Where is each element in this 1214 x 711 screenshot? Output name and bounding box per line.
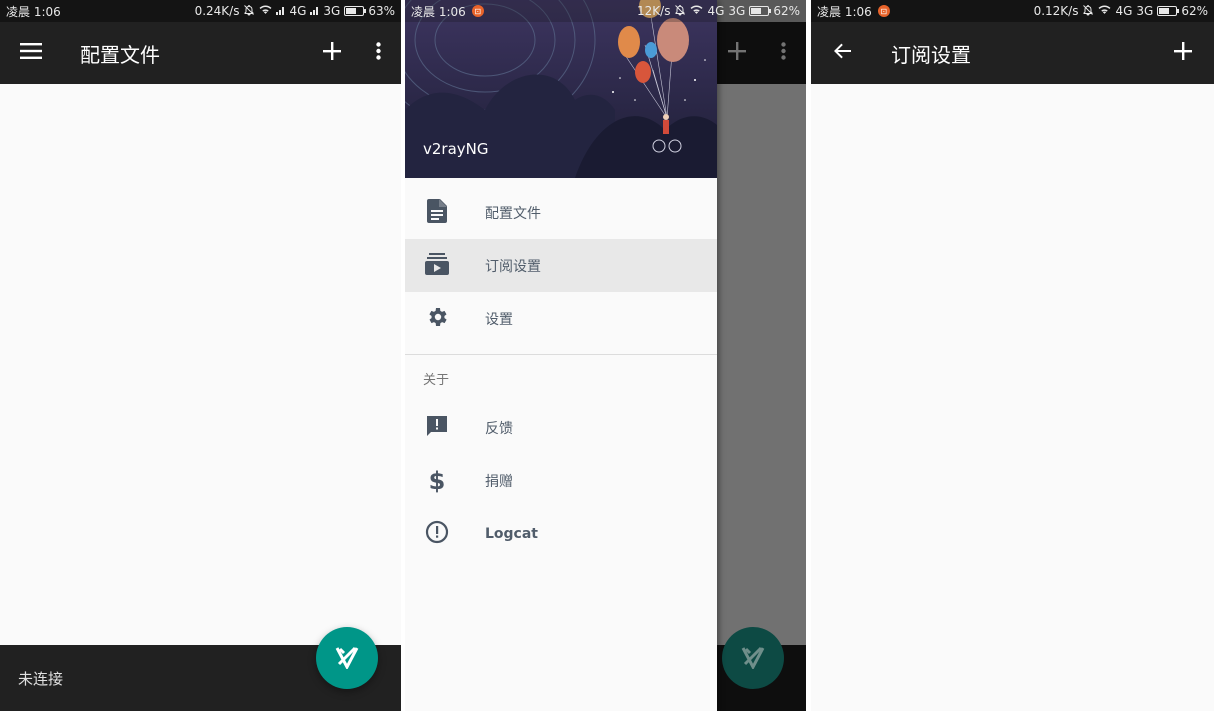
app-bar: 订阅设置 [811,22,1214,84]
screen-drawer-open: 凌晨 1:06 ⊡ 12K/s 4G 3G 62% v2rayNG 配置文件 订… [405,0,806,711]
gear-icon [425,305,449,333]
bell-off-icon [674,4,686,19]
drawer-item-settings[interactable]: 设置 [405,292,717,345]
subscription-icon [425,252,449,279]
drawer-item-feedback[interactable]: 反馈 [405,401,717,454]
page-title: 订阅设置 [891,42,971,67]
app-bar: 配置文件 [0,22,401,84]
dollar-icon: $ [428,466,446,495]
v2ray-icon [334,643,360,673]
battery-percent: 62% [1181,4,1208,18]
network-type-2: 3G [1136,4,1154,18]
network-type-2: 3G [323,4,341,18]
overflow-menu-button[interactable] [355,22,401,84]
drawer-header: v2rayNG [405,0,717,178]
plus-icon [1174,42,1192,64]
screen-subscription-settings: 凌晨 1:06 ⊡ 0.12K/s 4G 3G 62% 订阅设置 [811,0,1214,711]
back-button[interactable] [811,22,873,84]
network-type: 4G [289,4,307,18]
wifi-icon [690,4,703,18]
drawer-item-label: 捐赠 [485,473,513,490]
connect-fab[interactable] [316,627,378,689]
battery-percent: 63% [368,4,395,18]
network-speed: 0.24K/s [194,4,240,18]
drawer-section-title: 关于 [423,372,450,388]
battery-percent: 62% [773,4,800,18]
signal-icon [276,4,285,18]
status-bar: 凌晨 1:06 ⊡ 12K/s 4G 3G 62% [405,0,806,22]
battery-icon [344,6,367,16]
connection-status-text: 未连接 [18,669,64,688]
notification-icon: ⊡ [877,5,890,17]
drawer-app-name: v2rayNG [423,140,489,158]
drawer-item-subscription[interactable]: 订阅设置 [405,239,717,292]
navigation-drawer: v2rayNG 配置文件 订阅设置 设置 关于 反馈 $ 捐赠 Logcat [405,0,717,711]
feedback-icon [425,414,449,442]
subscription-list [811,84,1214,711]
drawer-item-label: 反馈 [485,420,513,437]
add-subscription-button[interactable] [1152,22,1214,84]
network-speed: 12K/s [637,4,671,18]
notification-icon: ⊡ [471,5,484,17]
drawer-item-logcat[interactable]: Logcat [405,507,717,560]
drawer-item-label: 订阅设置 [485,258,541,275]
arrow-back-icon [833,42,851,64]
status-time: 凌晨 1:06 [411,4,466,19]
bell-off-icon [243,4,255,19]
hamburger-icon [20,43,42,63]
drawer-item-label: 配置文件 [485,205,541,222]
drawer-item-profiles[interactable]: 配置文件 [405,186,717,239]
network-type: 4G [707,4,725,18]
drawer-item-donate[interactable]: $ 捐赠 [405,454,717,507]
battery-icon [1157,6,1180,16]
status-time: 凌晨 1:06 [817,4,872,19]
network-speed: 0.12K/s [1033,4,1079,18]
drawer-item-label: 设置 [485,311,513,328]
status-bar: 凌晨 1:06 0.24K/s 4G 3G 63% [0,0,401,22]
plus-icon [323,42,341,64]
screen-profiles: 凌晨 1:06 0.24K/s 4G 3G 63% 配置文件 未连接 [0,0,401,711]
wifi-icon [259,4,272,18]
network-type-2: 3G [728,4,746,18]
drawer-menu: 配置文件 订阅设置 设置 关于 反馈 $ 捐赠 Logcat [405,186,717,560]
signal-icon [310,4,319,18]
menu-button[interactable] [0,22,62,84]
network-type: 4G [1115,4,1133,18]
page-title: 配置文件 [80,42,160,67]
status-bar: 凌晨 1:06 ⊡ 0.12K/s 4G 3G 62% [811,0,1214,22]
bell-off-icon [1082,4,1094,19]
file-icon [427,198,447,227]
drawer-item-label: Logcat [485,525,538,542]
more-vert-icon [375,42,381,64]
connect-fab [722,627,784,689]
v2ray-icon [740,643,766,673]
battery-icon [749,6,772,16]
profile-list [0,84,401,711]
alert-circle-icon [425,520,449,548]
wifi-icon [1098,4,1111,18]
add-button[interactable] [309,22,355,84]
status-time: 凌晨 1:06 [6,4,61,19]
